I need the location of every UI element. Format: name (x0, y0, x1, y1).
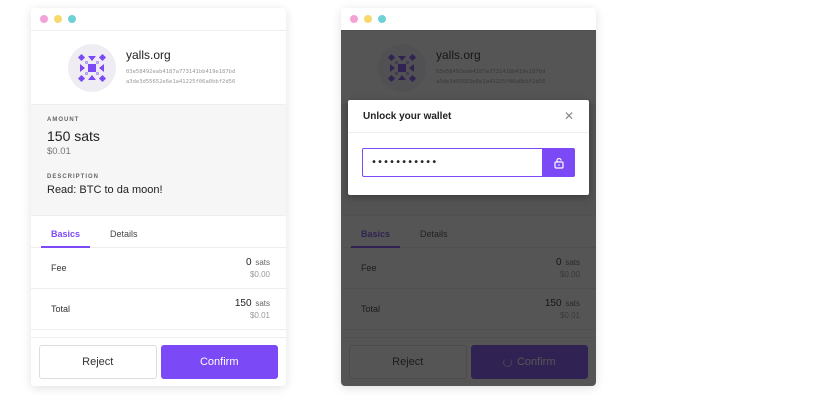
identicon-icon (77, 53, 107, 82)
tab-bar: Basics Details (31, 216, 286, 248)
action-footer: Reject Confirm (31, 337, 286, 386)
fee-unit: sats (255, 258, 270, 267)
payment-details: AMOUNT 150 sats $0.01 DESCRIPTION Read: … (31, 105, 286, 216)
site-avatar (68, 43, 116, 92)
amount-fiat: $0.01 (47, 146, 71, 157)
site-pubkey-line2: a3de3d55652e6e1a41225f06a0bbf2d56 (126, 79, 236, 85)
modal-header: Unlock your wallet ✕ (348, 100, 589, 133)
window-titlebar (31, 8, 286, 30)
description-value: Read: BTC to da moon! (47, 184, 163, 196)
total-label: Total (51, 304, 71, 314)
window-titlebar (341, 8, 596, 30)
unlock-icon (553, 157, 564, 169)
window-dot-yellow[interactable] (54, 15, 62, 23)
total-unit: sats (255, 299, 270, 308)
tab-details[interactable]: Details (100, 229, 148, 247)
modal-overlay[interactable] (341, 30, 596, 386)
fee-row: Fee 0 sats $0.00 (31, 248, 286, 289)
amount-value: 150 sats (47, 128, 100, 144)
site-pubkey-line1: 03e58492eab4187a773141bb419e187bd (126, 69, 236, 75)
modal-title: Unlock your wallet (363, 110, 452, 122)
description-label: DESCRIPTION (47, 174, 100, 180)
payment-window: yalls.org 03e58492eab4187a773141bb419e18… (31, 8, 286, 386)
amount-label: AMOUNT (47, 117, 80, 123)
confirm-button[interactable]: Confirm (160, 345, 278, 379)
window-dot-pink[interactable] (350, 15, 358, 23)
close-icon[interactable]: ✕ (564, 109, 574, 123)
payment-window-locked: yalls.org 03e58492eab4187a773141bb419e18… (341, 8, 596, 386)
window-dot-teal[interactable] (68, 15, 76, 23)
total-fiat: $0.01 (249, 311, 270, 320)
fee-label: Fee (51, 263, 67, 273)
reject-button[interactable]: Reject (39, 345, 157, 379)
window-dot-yellow[interactable] (364, 15, 372, 23)
fee-value: 0 (245, 257, 252, 268)
window-dot-pink[interactable] (40, 15, 48, 23)
fee-fiat: $0.00 (249, 270, 270, 279)
site-header: yalls.org 03e58492eab4187a773141bb419e18… (31, 30, 286, 105)
total-value: 150 (234, 298, 252, 309)
unlock-button[interactable] (542, 148, 575, 177)
password-field[interactable] (362, 148, 542, 177)
modal-body (348, 133, 589, 177)
tab-basics[interactable]: Basics (41, 229, 91, 248)
total-row: Total 150 sats $0.01 (31, 289, 286, 330)
window-dot-teal[interactable] (378, 15, 386, 23)
site-name: yalls.org (126, 48, 171, 62)
unlock-modal: Unlock your wallet ✕ (348, 100, 589, 195)
